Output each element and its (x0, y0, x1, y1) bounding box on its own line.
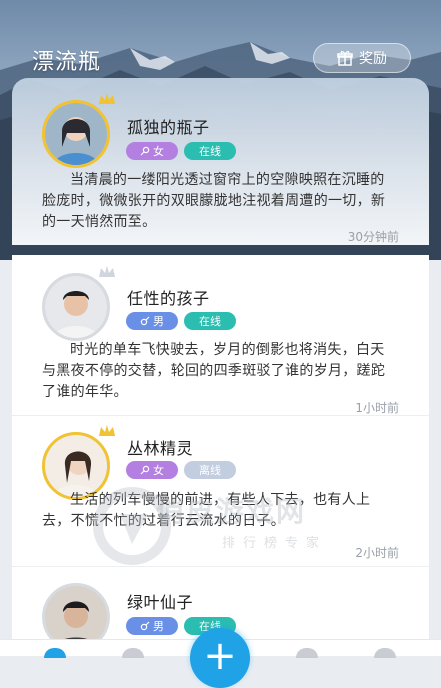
female-icon (140, 146, 150, 156)
bottle-card[interactable]: 孤独的瓶子 女 在线 当清晨的一缕阳光透过窗帘上的空隙映照在沉睡的脸庞时，微微张… (12, 78, 429, 245)
male-icon (140, 621, 150, 631)
reward-label: 奖励 (359, 51, 387, 67)
female-icon (140, 465, 150, 475)
gender-badge: 女 (126, 142, 178, 160)
post-time: 1小时前 (355, 401, 399, 415)
avatar-photo (45, 276, 107, 338)
crown-icon (99, 93, 115, 104)
post-time: 30分钟前 (347, 230, 399, 244)
gift-icon (337, 51, 353, 66)
avatar[interactable] (42, 93, 115, 168)
user-name: 丛林精灵 (127, 439, 194, 458)
user-name: 任性的孩子 (127, 289, 210, 308)
page-title: 漂流瓶 (32, 50, 102, 75)
avatar[interactable] (42, 266, 115, 341)
crown-icon (99, 425, 115, 436)
avatar-photo (45, 103, 107, 165)
avatar-photo (45, 435, 107, 497)
watermark-text: 俏皮游戏网 (156, 495, 307, 528)
reward-button[interactable]: 奖励 (313, 43, 411, 73)
gender-badge: 女 (126, 461, 178, 479)
user-name: 绿叶仙子 (127, 593, 194, 612)
watermark-subtext: 排行榜专家 (222, 536, 328, 551)
status-badge: 在线 (184, 142, 236, 160)
status-badge: 离线 (184, 461, 236, 479)
user-name: 孤独的瓶子 (127, 118, 210, 137)
throw-bottle-button[interactable]: + (190, 628, 250, 688)
bottle-text: 时光的单车飞快驶去，岁月的倒影也将消失，白天与黑夜不停的交替，轮回的四季斑驳了谁… (42, 342, 386, 400)
gender-badge: 男 (126, 312, 178, 330)
bottle-card[interactable]: 任性的孩子 男 在线 时光的单车飞快驶去，岁月的倒影也将消失，白天与黑夜不停的交… (12, 255, 429, 415)
gender-badge: 男 (126, 617, 178, 635)
post-time: 2小时前 (355, 546, 399, 560)
crown-icon (99, 266, 115, 277)
male-icon (140, 316, 150, 326)
bottle-text: 当清晨的一缕阳光透过窗帘上的空隙映照在沉睡的脸庞时，微微张开的双眼朦胧地注视着周… (42, 172, 386, 230)
bottle-list: 孤独的瓶子 女 在线 当清晨的一缕阳光透过窗帘上的空隙映照在沉睡的脸庞时，微微张… (12, 78, 429, 656)
status-badge: 在线 (184, 312, 236, 330)
